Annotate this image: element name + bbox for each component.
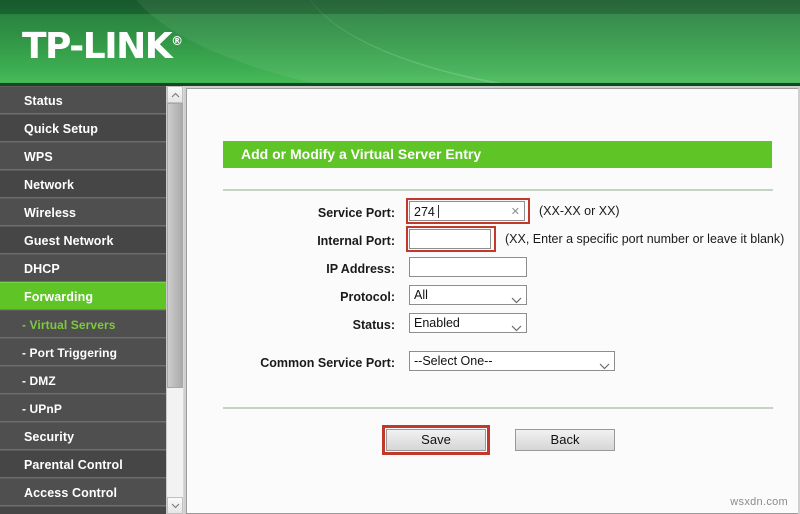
sidebar-item-virtual-servers[interactable]: - Virtual Servers (0, 310, 166, 338)
sidebar-item-port-triggering[interactable]: - Port Triggering (0, 338, 166, 366)
page-header: TP-LINK® (0, 0, 800, 86)
common-service-port-control: --Select One-- (409, 351, 615, 371)
internal-port-control (406, 226, 496, 252)
sidebar-item-guest-network[interactable]: Guest Network (0, 226, 166, 254)
sidebar-item-security[interactable]: Security (0, 422, 166, 450)
router-admin-page: TP-LINK® Status Quick Setup WPS Network Wire… (0, 0, 800, 514)
sidebar-item-wireless[interactable]: Wireless (0, 198, 166, 226)
virtual-server-form: Service Port: 274 ✕ (XX-XX or XX) Intern… (187, 198, 798, 341)
service-port-control: 274 ✕ (406, 198, 530, 224)
sidebar-item-advanced-routing[interactable]: Advanced Routing (0, 506, 166, 514)
content-wrapper: Add or Modify a Virtual Server Entry Ser… (184, 86, 800, 514)
form-row-protocol: Protocol: All (187, 285, 798, 313)
sidebar-item-upnp[interactable]: - UPnP (0, 394, 166, 422)
chevron-down-icon (511, 291, 522, 304)
clear-x-icon[interactable]: ✕ (511, 204, 520, 220)
service-port-label: Service Port: (317, 206, 395, 220)
status-label: Status: (352, 318, 395, 332)
registered-mark-icon: ® (171, 34, 184, 48)
sidebar-item-parental-control[interactable]: Parental Control (0, 450, 166, 478)
scrollbar-thumb[interactable] (167, 103, 183, 388)
form-row-service-port: Service Port: 274 ✕ (XX-XX or XX) (187, 198, 798, 229)
chevron-down-icon (599, 357, 610, 370)
form-row-status: Status: Enabled (187, 313, 798, 341)
section-title: Add or Modify a Virtual Server Entry (223, 141, 772, 168)
status-select[interactable]: Enabled (409, 313, 527, 333)
save-button[interactable]: Save (386, 429, 486, 451)
sidebar-item-access-control[interactable]: Access Control (0, 478, 166, 506)
form-actions: Save Back (187, 425, 798, 455)
ip-address-input[interactable] (409, 257, 527, 277)
sidebar-scrollbar[interactable] (166, 86, 183, 514)
status-control: Enabled (409, 313, 527, 333)
protocol-label: Protocol: (340, 290, 395, 304)
sidebar-menu: Status Quick Setup WPS Network Wireless Guest… (0, 86, 166, 514)
internal-port-label: Internal Port: (317, 234, 395, 248)
text-cursor (438, 205, 439, 218)
ip-address-control (409, 257, 527, 277)
form-row-internal-port: Internal Port: (XX, Enter a specific por… (187, 226, 798, 257)
sidebar-item-wps[interactable]: WPS (0, 142, 166, 170)
body-area: Status Quick Setup WPS Network Wireless Guest… (0, 86, 800, 514)
service-port-input[interactable]: 274 ✕ (409, 201, 525, 221)
protocol-control: All (409, 285, 527, 305)
internal-port-input[interactable] (409, 229, 491, 249)
common-service-port-select[interactable]: --Select One-- (409, 351, 615, 371)
protocol-value: All (414, 288, 428, 302)
service-port-hint: (XX-XX or XX) (539, 204, 620, 218)
common-service-port-value: --Select One-- (414, 354, 493, 368)
form-row-common-service-port: Common Service Port: --Select One-- (187, 351, 798, 375)
content-panel: Add or Modify a Virtual Server Entry Ser… (186, 88, 798, 514)
divider-top (223, 189, 773, 191)
sidebar-item-status[interactable]: Status (0, 86, 166, 114)
service-port-value: 274 (414, 205, 435, 219)
logo-text: TP-LINK (22, 26, 173, 67)
chevron-up-icon (171, 92, 179, 97)
watermark: wsxdn.com (730, 496, 788, 508)
chevron-down-icon (511, 319, 522, 332)
status-value: Enabled (414, 316, 460, 330)
sidebar-item-dhcp[interactable]: DHCP (0, 254, 166, 282)
internal-port-hint: (XX, Enter a specific port number or lea… (505, 232, 785, 246)
divider-bottom (223, 407, 773, 409)
back-button[interactable]: Back (515, 429, 615, 451)
scroll-down-button[interactable] (167, 497, 183, 514)
sidebar-item-forwarding[interactable]: Forwarding (0, 282, 166, 310)
form-row-ip-address: IP Address: (187, 257, 798, 285)
ip-address-label: IP Address: (326, 262, 395, 276)
sidebar-item-dmz[interactable]: - DMZ (0, 366, 166, 394)
protocol-select[interactable]: All (409, 285, 527, 305)
chevron-down-icon (171, 503, 179, 508)
tplink-logo: TP-LINK® (22, 26, 183, 67)
common-service-port-label: Common Service Port: (260, 356, 395, 370)
sidebar-item-quick-setup[interactable]: Quick Setup (0, 114, 166, 142)
scroll-up-button[interactable] (167, 86, 183, 103)
sidebar-item-network[interactable]: Network (0, 170, 166, 198)
